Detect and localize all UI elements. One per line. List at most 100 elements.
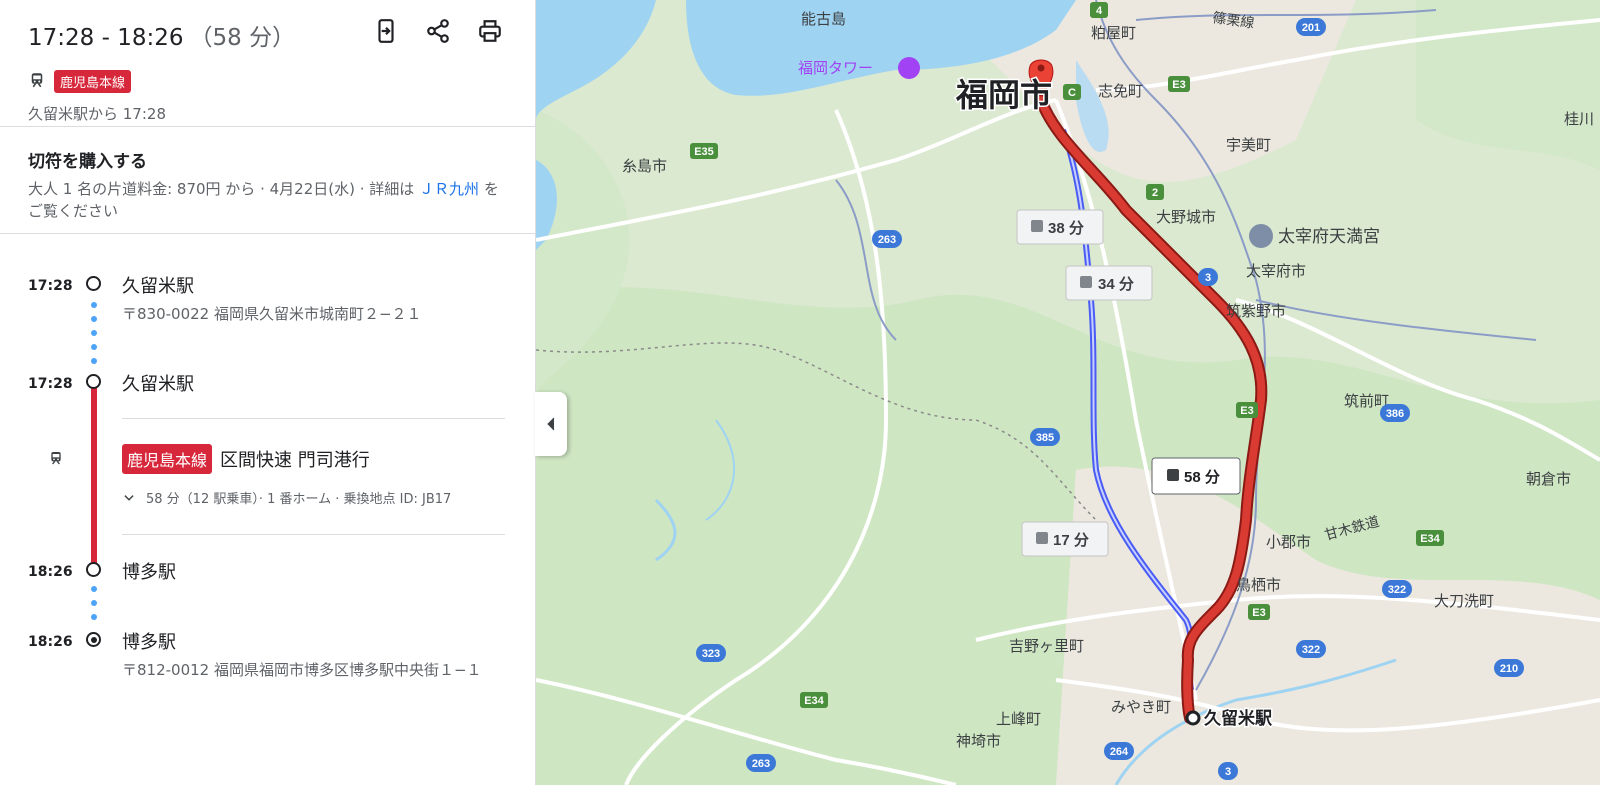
map-label-tosu: 鳥栖市 bbox=[1236, 576, 1281, 594]
map-label-katsura: 桂川 bbox=[1564, 111, 1594, 128]
route-timeline: 17:28 久留米駅 〒830-0022 福岡県久留米市城南町２−２１ 17:2… bbox=[0, 234, 535, 774]
train-icon bbox=[1167, 469, 1179, 481]
road-shield-icon: E3 bbox=[1248, 604, 1270, 620]
chevron-left-icon bbox=[547, 417, 555, 431]
road-shield-icon: 322 bbox=[1296, 640, 1326, 658]
map-label-kamimine: 上峰町 bbox=[996, 711, 1041, 728]
start-station[interactable]: 久留米駅 bbox=[122, 272, 194, 298]
road-shield-icon: E34 bbox=[800, 692, 828, 708]
map-label-fukuoka-tower[interactable]: 福岡タワー bbox=[798, 60, 873, 77]
route-badge-58-selected[interactable]: 58 分 bbox=[1151, 457, 1241, 495]
road-shield-icon: 263 bbox=[872, 230, 902, 248]
walk-dot bbox=[91, 302, 97, 308]
road-shield-icon: 322 bbox=[1382, 580, 1412, 598]
alight-circle-icon bbox=[86, 562, 101, 577]
svg-text:385: 385 bbox=[1036, 432, 1054, 444]
departure-info: 久留米駅から 17:28 bbox=[28, 105, 166, 123]
svg-text:C: C bbox=[1068, 87, 1076, 99]
svg-text:17 分: 17 分 bbox=[1053, 532, 1089, 549]
svg-text:34 分: 34 分 bbox=[1098, 276, 1134, 293]
start-address: 〒830-0022 福岡県久留米市城南町２−２１ bbox=[122, 305, 422, 323]
svg-text:E34: E34 bbox=[1420, 533, 1440, 545]
time-range: 17:28 - 18:26 bbox=[28, 25, 184, 51]
send-to-phone-icon[interactable] bbox=[373, 18, 399, 44]
leg-details-toggle[interactable]: 58 分（12 駅乗車）· 1 番ホーム · 乗換地点 ID: JB17 bbox=[122, 488, 451, 507]
map-label-shime: 志免町 bbox=[1098, 83, 1143, 100]
map-label-tachiarai: 大刀洗町 bbox=[1434, 593, 1494, 610]
walk-dot bbox=[91, 316, 97, 322]
walk-dot bbox=[91, 358, 97, 364]
tower-poi-icon[interactable] bbox=[898, 57, 920, 79]
map-label-dazaifu-shrine[interactable]: 太宰府天満宮 bbox=[1278, 227, 1380, 246]
road-shield-icon: 263 bbox=[746, 754, 776, 772]
board-circle-icon bbox=[86, 374, 101, 389]
svg-text:263: 263 bbox=[752, 758, 770, 770]
ticket-description: 大人 1 名の片道料金: 870円 から · 4月22日(水) · 詳細は ＪＲ… bbox=[28, 178, 507, 222]
svg-text:E35: E35 bbox=[694, 146, 714, 158]
map-label-itoshima: 糸島市 bbox=[622, 158, 667, 175]
map-label-dazaifu: 太宰府市 bbox=[1246, 263, 1306, 280]
line-badge: 鹿児島本線 bbox=[54, 70, 132, 93]
print-icon[interactable] bbox=[477, 18, 503, 44]
destination-icon bbox=[86, 632, 101, 647]
map-view[interactable]: 能古島 福岡タワー 粕屋町 篠栗線 志免町 宇美町 糸島市 大野城市 太宰府天満… bbox=[536, 0, 1600, 785]
map-label-onojo: 大野城市 bbox=[1156, 209, 1216, 226]
road-shield-icon: C bbox=[1063, 84, 1081, 100]
walk-dot bbox=[91, 614, 97, 620]
start-circle-icon bbox=[86, 276, 101, 291]
map-label-nokonoshima: 能古島 bbox=[801, 11, 846, 28]
svg-text:263: 263 bbox=[878, 234, 896, 246]
train-icon bbox=[1031, 220, 1043, 232]
svg-text:E3: E3 bbox=[1240, 405, 1253, 417]
road-shield-icon: 264 bbox=[1104, 742, 1134, 760]
separator bbox=[122, 418, 505, 419]
map-label-fukuoka-city: 福岡市 bbox=[955, 77, 1052, 113]
board-station[interactable]: 久留米駅 bbox=[122, 370, 194, 396]
map-label-chikushino: 筑紫野市 bbox=[1226, 303, 1286, 320]
end-station[interactable]: 博多駅 bbox=[122, 628, 176, 654]
map-label-umi: 宇美町 bbox=[1226, 137, 1271, 154]
fare-text: 大人 1 名の片道料金: 870円 から · 4月22日(水) · 詳細は bbox=[28, 180, 415, 198]
board-time: 17:28 bbox=[28, 376, 73, 392]
walk-dot bbox=[91, 344, 97, 350]
leg-detail: 58 分（12 駅乗車）· 1 番ホーム · 乗換地点 ID: JB17 bbox=[146, 492, 452, 507]
leg-line: 鹿児島本線 区間快速 門司港行 bbox=[122, 444, 370, 474]
alight-station[interactable]: 博多駅 bbox=[122, 558, 176, 584]
route-badge-38[interactable]: 38 分 bbox=[1016, 209, 1104, 245]
end-time: 18:26 bbox=[28, 634, 73, 650]
road-shield-icon: 3 bbox=[1218, 762, 1238, 780]
shrine-poi-icon[interactable] bbox=[1249, 224, 1273, 248]
svg-text:210: 210 bbox=[1500, 663, 1518, 675]
separator bbox=[122, 534, 505, 535]
train-icon bbox=[48, 450, 64, 470]
svg-text:58 分: 58 分 bbox=[1184, 469, 1220, 486]
map-label-kurume-station[interactable]: 久留米駅 bbox=[1203, 707, 1275, 730]
svg-text:3: 3 bbox=[1225, 766, 1231, 778]
origin-marker-icon bbox=[1185, 710, 1201, 726]
road-shield-icon: E3 bbox=[1168, 76, 1190, 92]
route-badge-17[interactable]: 17 分 bbox=[1021, 521, 1109, 557]
chevron-down-icon bbox=[124, 494, 134, 501]
train-icon bbox=[28, 71, 46, 93]
map-label-kasuya: 粕屋町 bbox=[1091, 25, 1136, 42]
road-shield-icon: 4 bbox=[1090, 2, 1108, 18]
route-badge-34[interactable]: 34 分 bbox=[1065, 265, 1153, 301]
svg-text:264: 264 bbox=[1110, 746, 1129, 758]
svg-text:E3: E3 bbox=[1252, 607, 1265, 619]
service-name: 区間快速 門司港行 bbox=[220, 450, 370, 471]
trip-actions bbox=[373, 18, 503, 44]
road-shield-icon: 3 bbox=[1198, 268, 1218, 286]
svg-text:2: 2 bbox=[1152, 187, 1158, 199]
road-shield-icon: 323 bbox=[696, 644, 726, 662]
share-icon[interactable] bbox=[425, 18, 451, 44]
walk-dot bbox=[91, 586, 97, 592]
jr-kyushu-link[interactable]: ＪＲ九州 bbox=[419, 180, 479, 198]
map-label-yoshinogari: 吉野ヶ里町 bbox=[1009, 638, 1084, 655]
svg-text:4: 4 bbox=[1096, 5, 1103, 17]
ticket-title: 切符を購入する bbox=[28, 152, 147, 172]
svg-text:E3: E3 bbox=[1172, 79, 1185, 91]
road-shield-icon: 210 bbox=[1494, 659, 1524, 677]
svg-text:201: 201 bbox=[1302, 22, 1320, 34]
collapse-panel-button[interactable] bbox=[535, 392, 567, 456]
map-label-kanzaki: 神埼市 bbox=[956, 733, 1001, 750]
